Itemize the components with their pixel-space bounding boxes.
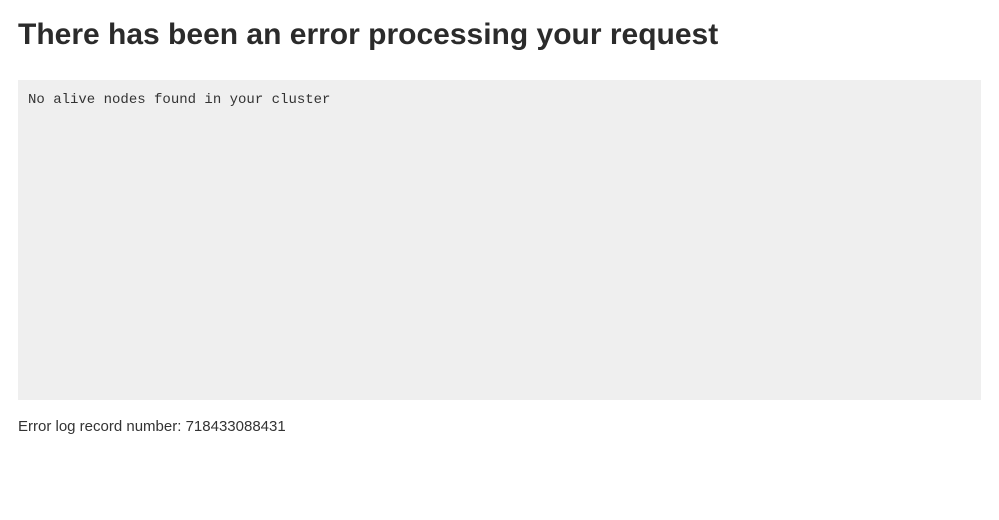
page-title: There has been an error processing your … — [18, 18, 981, 52]
error-log-number: 718433088431 — [186, 418, 286, 435]
error-log-label: Error log record number: — [18, 418, 186, 435]
error-log-line: Error log record number: 718433088431 — [18, 418, 981, 435]
error-message-text: No alive nodes found in your cluster — [28, 92, 971, 108]
error-message-box: No alive nodes found in your cluster — [18, 80, 981, 400]
